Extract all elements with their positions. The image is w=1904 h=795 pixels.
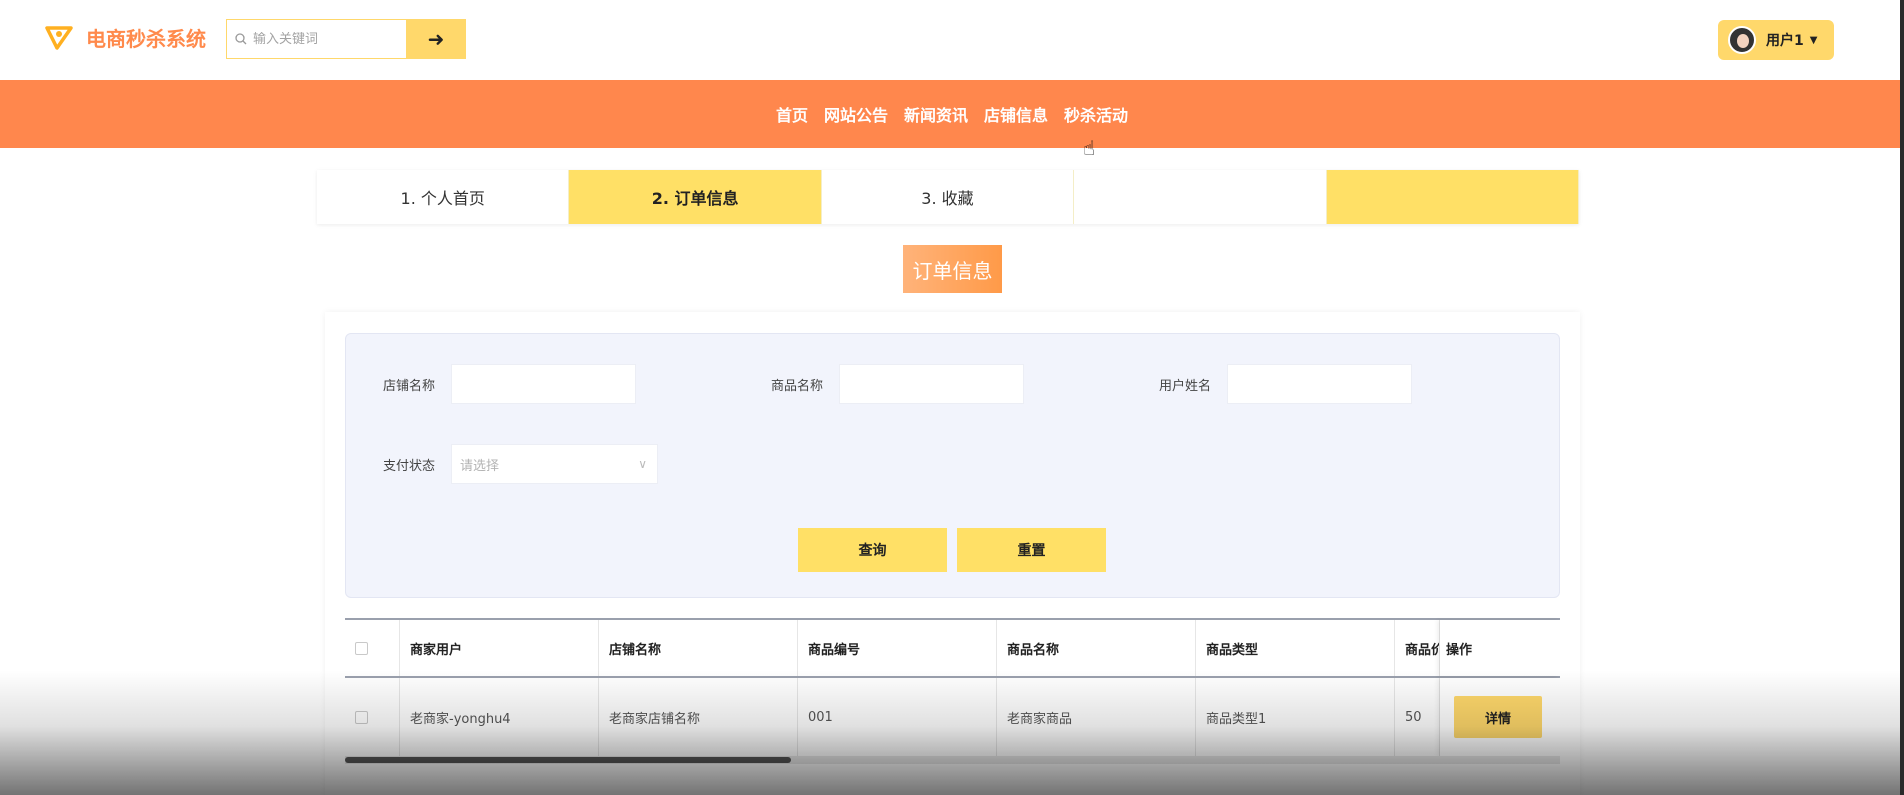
top-header: 电商秒杀系统 ➜ 用户1 ▼ (0, 0, 1904, 80)
tab-order-info[interactable]: 2. 订单信息 (569, 170, 822, 224)
shop-name-label: 店铺名称 (383, 379, 436, 394)
cell-product: 老商家商品 (997, 678, 1196, 756)
nav-item-announcements[interactable]: 网站公告 (824, 102, 888, 126)
cell-code: 001 (798, 678, 997, 756)
avatar (1728, 26, 1756, 54)
table-header: 商家用户 店铺名称 商品编号 商品名称 商品类型 商品价 操作 (345, 618, 1560, 678)
col-action: 操作 (1440, 620, 1560, 676)
logo-icon (44, 22, 74, 52)
search-box (226, 19, 406, 59)
cell-type: 商品类型1 (1196, 678, 1395, 756)
search-input[interactable] (253, 31, 393, 47)
nav-item-flash-sale[interactable]: 秒杀活动 (1064, 102, 1128, 126)
shop-name-input[interactable] (451, 364, 636, 404)
tab-favorites[interactable]: 3. 收藏 (821, 170, 1075, 224)
search-icon (235, 30, 247, 49)
detail-button[interactable]: 详情 (1454, 696, 1542, 738)
nav-item-news[interactable]: 新闻资讯 (904, 102, 968, 126)
nav-item-shops[interactable]: 店铺信息 (984, 102, 1048, 126)
cell-merchant: 老商家-yonghu4 (400, 678, 599, 756)
pay-status-label: 支付状态 (383, 459, 436, 474)
orders-table: 商家用户 店铺名称 商品编号 商品名称 商品类型 商品价 操作 老商家-yong… (345, 618, 1560, 758)
tab-personal-home[interactable]: 1. 个人首页 (317, 170, 570, 224)
pay-status-select[interactable]: 请选择 ∨ (451, 444, 658, 484)
step-tabs: 1. 个人首页 2. 订单信息 3. 收藏 (317, 170, 1579, 224)
user-name-input[interactable] (1227, 364, 1412, 404)
search-bar: ➜ (226, 19, 466, 59)
pay-status-placeholder: 请选择 (460, 458, 500, 474)
cell-price: 50 (1395, 678, 1440, 756)
col-price: 商品价 (1395, 620, 1440, 676)
user-name: 用户1 (1766, 33, 1804, 49)
select-all-checkbox[interactable] (355, 641, 368, 655)
brand[interactable]: 电商秒杀系统 (44, 22, 206, 52)
row-checkbox[interactable] (355, 710, 368, 724)
tab-empty-2 (1326, 170, 1579, 224)
col-code: 商品编号 (798, 620, 997, 676)
reset-button[interactable]: 重置 (957, 528, 1106, 572)
chevron-down-icon: ∨ (638, 457, 647, 471)
arrow-right-icon: ➜ (427, 27, 445, 51)
hand-cursor-icon: ☝ (1083, 136, 1096, 160)
search-submit-button[interactable]: ➜ (406, 19, 466, 59)
table-scrollbar-thumb[interactable] (345, 757, 791, 763)
cell-shop: 老商家店铺名称 (599, 678, 798, 756)
main-nav: 首页 网站公告 新闻资讯 店铺信息 秒杀活动 (0, 80, 1904, 148)
window-edge (1900, 0, 1904, 795)
col-product: 商品名称 (997, 620, 1196, 676)
caret-down-icon: ▼ (1809, 34, 1818, 46)
app-title: 电商秒杀系统 (86, 26, 206, 51)
cell-action: 详情 (1440, 678, 1560, 756)
page-title: 订单信息 (903, 245, 1002, 293)
user-name-label: 用户姓名 (1159, 379, 1212, 394)
col-shop: 店铺名称 (599, 620, 798, 676)
col-type: 商品类型 (1196, 620, 1395, 676)
nav-item-home[interactable]: 首页 (776, 102, 808, 126)
row-select (345, 678, 400, 756)
tab-empty-1 (1074, 170, 1327, 224)
header-select-all (345, 620, 400, 676)
query-button[interactable]: 查询 (798, 528, 947, 572)
user-menu[interactable]: 用户1 ▼ (1718, 20, 1834, 60)
col-merchant: 商家用户 (400, 620, 599, 676)
product-name-input[interactable] (839, 364, 1024, 404)
product-name-label: 商品名称 (771, 379, 824, 394)
table-row: 老商家-yonghu4 老商家店铺名称 001 老商家商品 商品类型1 50 详… (345, 678, 1560, 756)
